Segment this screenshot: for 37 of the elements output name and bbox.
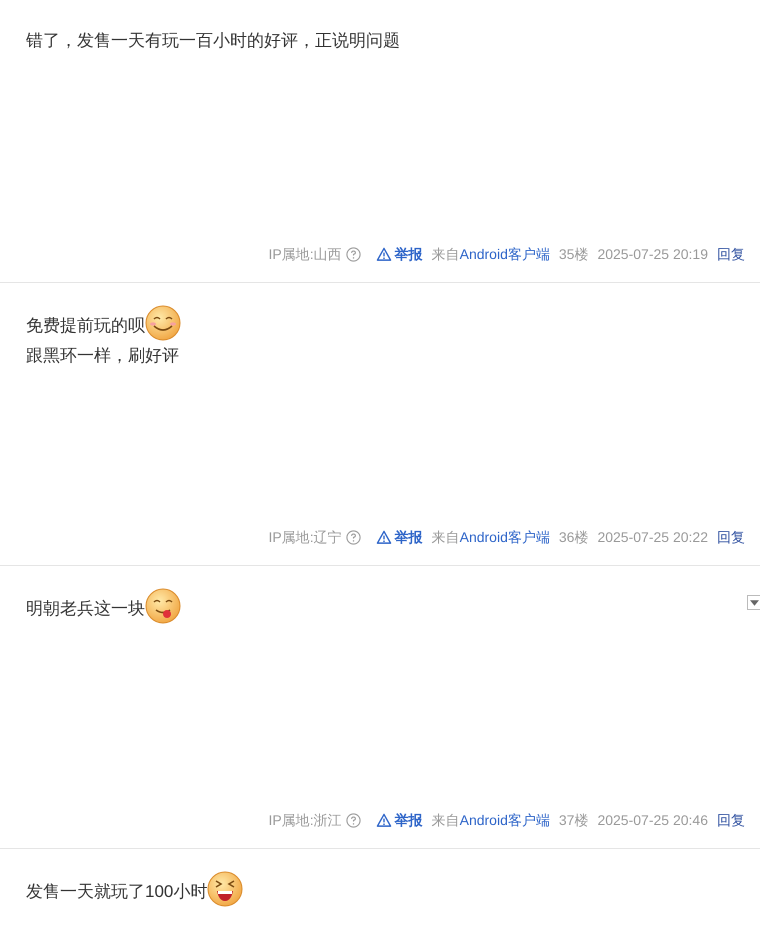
post-text: 免费提前玩的呗 bbox=[26, 315, 145, 337]
post-text: 跟黑环一样，刷好评 bbox=[26, 345, 179, 367]
source-label: 来自 bbox=[432, 811, 460, 830]
warning-icon bbox=[376, 813, 392, 828]
floor-number: 35楼 bbox=[558, 245, 588, 264]
ip-location: IP属地:辽宁 bbox=[268, 528, 342, 547]
post-text: 错了，发售一天有玩一百小时的好评，正说明问题 bbox=[26, 30, 400, 52]
report-link[interactable]: 举报 bbox=[376, 527, 423, 548]
help-icon[interactable] bbox=[346, 247, 361, 262]
client-link[interactable]: Android客户端 bbox=[460, 244, 550, 265]
report-link[interactable]: 举报 bbox=[376, 244, 423, 265]
client-link[interactable]: Android客户端 bbox=[460, 527, 550, 548]
reply-link[interactable]: 回复 bbox=[717, 527, 745, 548]
grinning-emoji-icon bbox=[207, 871, 244, 907]
post-time: 2025-07-25 20:46 bbox=[597, 811, 708, 830]
post-text: 发售一天就玩了100小时 bbox=[26, 881, 208, 903]
help-icon[interactable] bbox=[346, 813, 361, 828]
reply-link[interactable]: 回复 bbox=[717, 810, 745, 831]
ip-location: IP属地:山西 bbox=[268, 245, 342, 264]
help-icon[interactable] bbox=[346, 530, 361, 545]
report-link[interactable]: 举报 bbox=[376, 810, 423, 831]
source-label: 来自 bbox=[432, 245, 460, 264]
warning-icon bbox=[376, 247, 392, 262]
caret-icon bbox=[750, 600, 759, 606]
floor-number: 36楼 bbox=[558, 528, 588, 547]
smiling-emoji-icon bbox=[145, 305, 181, 341]
warning-icon bbox=[376, 530, 392, 545]
dropdown-toggle[interactable] bbox=[747, 595, 760, 610]
post-time: 2025-07-25 20:22 bbox=[597, 528, 708, 547]
reply-link[interactable]: 回复 bbox=[717, 244, 745, 265]
source-label: 来自 bbox=[432, 528, 460, 547]
post-time: 2025-07-25 20:19 bbox=[597, 245, 708, 264]
post-text: 明朝老兵这一块 bbox=[26, 598, 145, 620]
ip-location: IP属地:浙江 bbox=[268, 811, 342, 830]
client-link[interactable]: Android客户端 bbox=[460, 810, 550, 831]
tongue-out-emoji-icon bbox=[145, 588, 181, 624]
floor-number: 37楼 bbox=[558, 811, 588, 830]
